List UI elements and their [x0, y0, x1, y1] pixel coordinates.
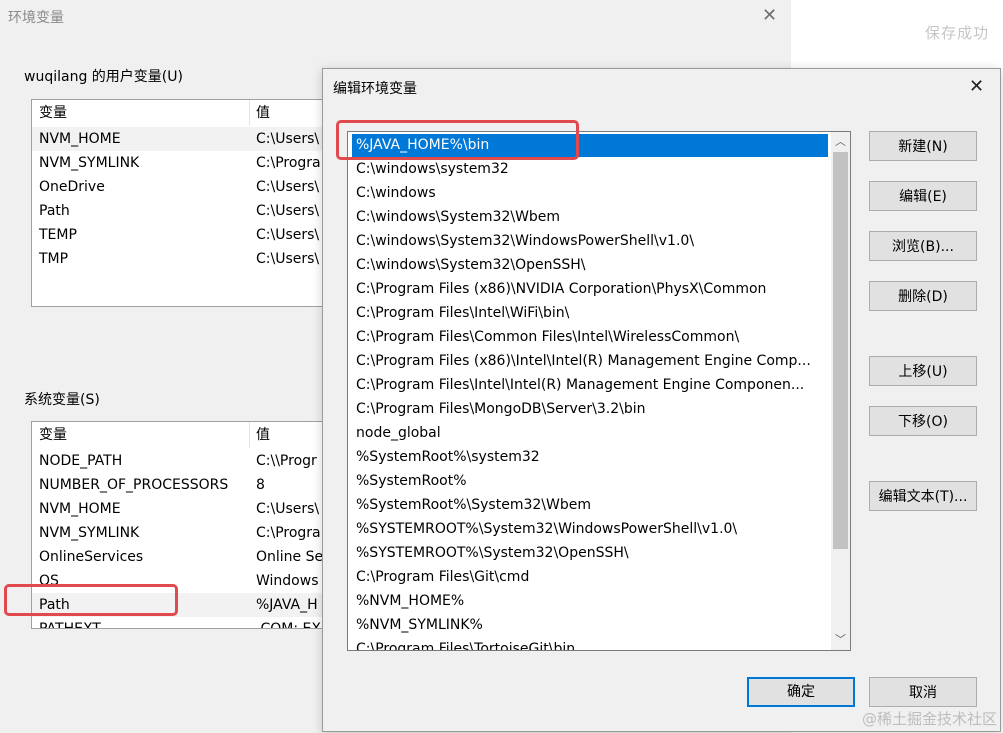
variable-row[interactable]: NVM_HOME C:\Users\	[32, 127, 332, 151]
user-vars-col-name[interactable]: 变量	[32, 100, 67, 126]
edit-button[interactable]: 编辑(E)	[869, 181, 977, 211]
path-entry[interactable]: C:\windows\System32\WindowsPowerShell\v1…	[352, 230, 828, 253]
path-entries-list[interactable]: %JAVA_HOME%\bin C:\windows\system32 C:\win…	[347, 131, 851, 651]
variable-row[interactable]: Path C:\Users\	[32, 199, 332, 223]
variable-name: NODE_PATH	[39, 453, 123, 469]
variable-name: TEMP	[39, 227, 77, 243]
variable-value: C:\\Progr	[256, 453, 317, 469]
variable-value: 8	[256, 477, 265, 493]
close-icon[interactable]: ✕	[762, 7, 777, 25]
path-entry[interactable]: C:\windows	[352, 182, 828, 205]
variable-value: C:\Users\	[256, 227, 320, 243]
save-status-text: 保存成功	[924, 24, 989, 42]
new-button[interactable]: 新建(N)	[869, 131, 977, 161]
cancel-button[interactable]: 取消	[869, 677, 977, 707]
path-entry[interactable]: C:\Program Files\Intel\Intel(R) Manageme…	[352, 374, 828, 397]
variable-row[interactable]: NVM_HOME C:\Users\	[32, 497, 332, 521]
variable-row[interactable]: OnlineServices Online Se	[32, 545, 332, 569]
variable-value: .COM;.EX	[256, 621, 321, 629]
vertical-scrollbar[interactable]: ︿ ﹀	[831, 132, 850, 650]
variable-value: C:\Users\	[256, 131, 320, 147]
variable-row[interactable]: PATHEXT .COM;.EX	[32, 617, 332, 629]
path-entry[interactable]: C:\Program Files\TortoiseGit\bin	[352, 638, 828, 650]
path-entry[interactable]: %SystemRoot%\System32\Wbem	[352, 494, 828, 517]
ok-button[interactable]: 确定	[747, 677, 855, 707]
path-entry[interactable]: %SystemRoot%\system32	[352, 446, 828, 469]
variable-value: C:\Users\	[256, 203, 320, 219]
variable-value: Windows	[256, 573, 319, 589]
variable-name: TMP	[39, 251, 69, 267]
path-entry[interactable]: %SystemRoot%	[352, 470, 828, 493]
variable-name: PATHEXT	[39, 621, 101, 629]
system-vars-col-name[interactable]: 变量	[32, 422, 67, 448]
variable-value: %JAVA_H	[256, 597, 318, 613]
env-dialog-title: 环境变量	[8, 10, 64, 26]
variable-name: NVM_SYMLINK	[39, 155, 140, 171]
variable-name: OS	[39, 573, 59, 589]
watermark: @稀土掘金技术社区	[861, 710, 997, 728]
variable-row[interactable]: NVM_SYMLINK C:\Progra	[32, 151, 332, 175]
scroll-thumb[interactable]	[833, 152, 848, 549]
variable-row[interactable]: OneDrive C:\Users\	[32, 175, 332, 199]
variable-value: C:\Users\	[256, 501, 320, 517]
variable-value: C:\Progra	[256, 525, 321, 541]
variable-name: NVM_SYMLINK	[39, 525, 140, 541]
delete-button[interactable]: 删除(D)	[869, 281, 977, 311]
chevron-down-icon[interactable]: ﹀	[831, 631, 850, 649]
variable-row[interactable]: NODE_PATH C:\\Progr	[32, 449, 332, 473]
path-entry[interactable]: C:\Program Files\Intel\WiFi\bin\	[352, 302, 828, 325]
path-entry[interactable]: C:\windows\system32	[352, 158, 828, 181]
user-vars-col-value[interactable]: 值	[249, 100, 270, 126]
variable-row[interactable]: TEMP C:\Users\	[32, 223, 332, 247]
system-vars-col-value[interactable]: 值	[249, 422, 270, 448]
variable-name: OneDrive	[39, 179, 105, 195]
variable-row[interactable]: TMP C:\Users\	[32, 247, 332, 271]
edit-dialog-title: 编辑环境变量	[333, 81, 417, 97]
system-vars-label: 系统变量(S)	[24, 392, 100, 408]
move-up-button[interactable]: 上移(U)	[869, 356, 977, 386]
variable-row[interactable]: NVM_SYMLINK C:\Progra	[32, 521, 332, 545]
path-entry[interactable]: C:\windows\System32\OpenSSH\	[352, 254, 828, 277]
path-entry[interactable]: C:\windows\System32\Wbem	[352, 206, 828, 229]
path-entry[interactable]: node_global	[352, 422, 828, 445]
variable-row[interactable]: OS Windows	[32, 569, 332, 593]
variable-name: NUMBER_OF_PROCESSORS	[39, 477, 229, 493]
path-entry[interactable]: C:\Program Files (x86)\NVIDIA Corporatio…	[352, 278, 828, 301]
system-vars-list[interactable]: 变量 值 NODE_PATH C:\\Progr NUMBER_OF_PROCESS…	[31, 421, 333, 629]
variable-name: Path	[39, 597, 70, 613]
path-entry[interactable]: C:\Program Files\Common Files\Intel\Wire…	[352, 326, 828, 349]
system-vars-header: 变量 值	[32, 422, 332, 448]
user-vars-header: 变量 值	[32, 100, 332, 126]
variable-value: Online Se	[256, 549, 324, 565]
edit-text-button[interactable]: 编辑文本(T)...	[869, 481, 977, 511]
variable-name: OnlineServices	[39, 549, 144, 565]
variable-value: C:\Users\	[256, 251, 320, 267]
browse-button[interactable]: 浏览(B)...	[869, 231, 977, 261]
variable-name: NVM_HOME	[39, 131, 121, 147]
close-icon[interactable]: ✕	[969, 78, 984, 96]
variable-value: C:\Progra	[256, 155, 321, 171]
path-entry[interactable]: %NVM_HOME%	[352, 590, 828, 613]
chevron-up-icon[interactable]: ︿	[831, 133, 850, 151]
path-entry[interactable]: C:\Program Files (x86)\Intel\Intel(R) Ma…	[352, 350, 828, 373]
variable-row[interactable]: Path %JAVA_H	[32, 593, 332, 617]
path-entry[interactable]: %JAVA_HOME%\bin	[352, 134, 828, 157]
variable-value: C:\Users\	[256, 179, 320, 195]
variable-row[interactable]: NUMBER_OF_PROCESSORS 8	[32, 473, 332, 497]
edit-environment-variable-dialog: 编辑环境变量 ✕ %JAVA_HOME%\bin C:\windows\syste…	[322, 68, 1001, 732]
path-entry[interactable]: %NVM_SYMLINK%	[352, 614, 828, 637]
user-vars-list[interactable]: 变量 值 NVM_HOME C:\Users\ NVM_SYMLINK C:\Prog…	[31, 99, 333, 307]
path-entry[interactable]: C:\Program Files\Git\cmd	[352, 566, 828, 589]
path-entry[interactable]: C:\Program Files\MongoDB\Server\3.2\bin	[352, 398, 828, 421]
env-dialog-titlebar: 环境变量 ✕	[0, 0, 791, 34]
path-entry[interactable]: %SYSTEMROOT%\System32\OpenSSH\	[352, 542, 828, 565]
variable-name: NVM_HOME	[39, 501, 121, 517]
move-down-button[interactable]: 下移(O)	[869, 406, 977, 436]
variable-name: Path	[39, 203, 70, 219]
path-entry[interactable]: %SYSTEMROOT%\System32\WindowsPowerShell\…	[352, 518, 828, 541]
user-vars-label: wuqilang 的用户变量(U)	[24, 69, 183, 85]
